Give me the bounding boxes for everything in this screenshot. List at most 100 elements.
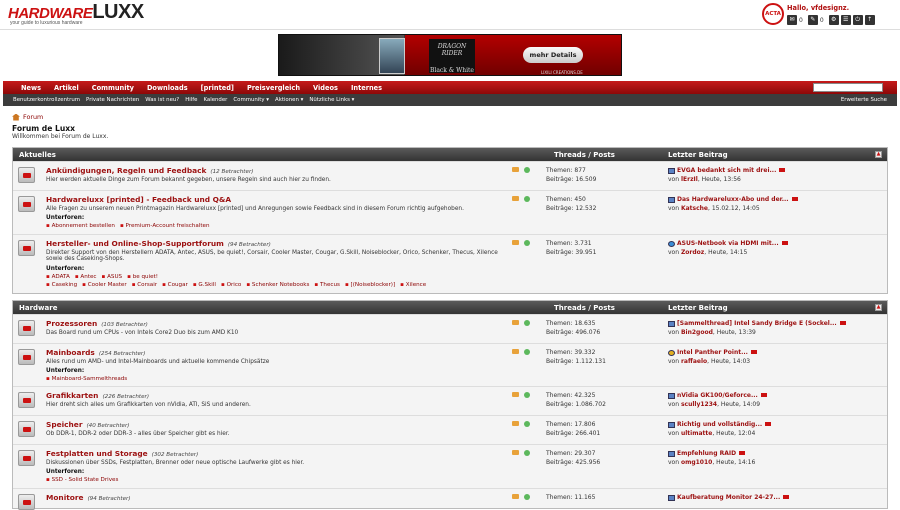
subnav-community-menu[interactable]: Community ▾ xyxy=(233,97,269,103)
subforum-link[interactable]: Cooler Master xyxy=(82,282,127,288)
subnav-whats-new[interactable]: Was ist neu? xyxy=(145,97,179,103)
logout-icon[interactable]: ⏻ xyxy=(852,15,863,25)
forum-title[interactable]: Grafikkarten (226 Betrachter) xyxy=(46,391,149,400)
subforum-link[interactable]: Corsair xyxy=(132,282,157,288)
settings-icon[interactable]: ☰ xyxy=(840,15,851,25)
subforum-link[interactable]: G.Skill xyxy=(193,282,216,288)
nav-downloads[interactable]: Downloads xyxy=(147,84,188,92)
nav-news[interactable]: News xyxy=(21,84,41,92)
forum-title-text[interactable]: Hersteller- und Online-Shop-Supportforum xyxy=(46,239,224,248)
subforum-link[interactable]: Schenker Notebooks xyxy=(246,282,309,288)
forum-title-text[interactable]: Festplatten und Storage xyxy=(46,449,148,458)
last-post-title[interactable]: Das Hardwareluxx-Abo und der... xyxy=(677,196,798,203)
last-post-date: , Heute, 14:09 xyxy=(717,401,761,408)
rss-icon[interactable] xyxy=(512,494,519,499)
last-post-title[interactable]: Richtig und vollständig... xyxy=(677,421,771,428)
rss-icon[interactable] xyxy=(512,392,519,397)
rss-icon[interactable] xyxy=(512,421,519,426)
last-post-user[interactable]: Bin2good xyxy=(681,329,713,336)
subforum-link[interactable]: [(Noiseblocker)] xyxy=(345,282,395,288)
forum-title[interactable]: Festplatten und Storage (302 Betrachter) xyxy=(46,449,198,458)
collapse-icon[interactable]: ▲ xyxy=(875,304,882,311)
subnav-actions-menu[interactable]: Aktionen ▾ xyxy=(275,97,303,103)
collapse-icon[interactable]: ▲ xyxy=(875,151,882,158)
subforum-link[interactable]: Caseking xyxy=(46,282,77,288)
subforum-link[interactable]: Cougar xyxy=(162,282,188,288)
private-messages-icon[interactable]: ✉ xyxy=(787,15,797,25)
forum-title-text[interactable]: Prozessoren xyxy=(46,319,97,328)
last-post-title[interactable]: Empfehlung RAID xyxy=(677,450,745,457)
subforum-link[interactable]: ADATA xyxy=(46,274,70,280)
forum-title-text[interactable]: Ankündigungen, Regeln und Feedback xyxy=(46,166,206,175)
forum-viewers: (103 Betrachter) xyxy=(101,322,148,328)
subforum-link[interactable]: Orico xyxy=(221,282,241,288)
search-input[interactable] xyxy=(813,83,883,92)
last-post-title[interactable]: EVGA bedankt sich mit drei... xyxy=(677,167,785,174)
forum-title-text[interactable]: Mainboards xyxy=(46,348,95,357)
nav-artikel[interactable]: Artikel xyxy=(54,84,79,92)
subforum-link[interactable]: Antec xyxy=(75,274,97,280)
subforum-link[interactable]: Abonnement bestellen xyxy=(46,223,115,229)
rss-icon[interactable] xyxy=(512,320,519,325)
scroll-top-icon[interactable]: ↑ xyxy=(864,15,875,25)
advanced-search-link[interactable]: Erweiterte Suche xyxy=(841,97,887,103)
forum-title-text[interactable]: Monitore xyxy=(46,493,84,502)
nav-community[interactable]: Community xyxy=(92,84,134,92)
forum-title[interactable]: Prozessoren (103 Betrachter) xyxy=(46,319,148,328)
last-post-user[interactable]: Zordoz xyxy=(681,249,704,256)
rss-icon[interactable] xyxy=(512,450,519,455)
forum-title[interactable]: Monitore (94 Betrachter) xyxy=(46,493,131,502)
rss-icon[interactable] xyxy=(512,349,519,354)
banner-details-button[interactable]: mehr Details xyxy=(523,47,583,63)
nav-videos[interactable]: Videos xyxy=(313,84,338,92)
subforum-link[interactable]: ASUS xyxy=(102,274,123,280)
rss-icon[interactable] xyxy=(512,196,519,201)
subforum-link[interactable]: Thecus xyxy=(314,282,340,288)
forum-viewers: (12 Betrachter) xyxy=(210,169,254,175)
last-post-user[interactable]: lErzIl xyxy=(681,176,698,183)
forum-title[interactable]: Mainboards (254 Betrachter) xyxy=(46,348,145,357)
breadcrumb-forum[interactable]: Forum xyxy=(23,113,43,121)
nav-internes[interactable]: Internes xyxy=(351,84,382,92)
subforum-link[interactable]: be quiet! xyxy=(127,274,158,280)
forum-title-text[interactable]: Hardwareluxx [printed] - Feedback und Q&… xyxy=(46,195,231,204)
forum-title[interactable]: Hersteller- und Online-Shop-Supportforum… xyxy=(46,239,271,248)
last-post-user[interactable]: omg1010 xyxy=(681,459,712,466)
post-count: Beiträge: 12.532 xyxy=(546,205,597,212)
forum-title-text[interactable]: Grafikkarten xyxy=(46,391,98,400)
subforum-link[interactable]: SSD - Solid State Drives xyxy=(46,477,118,483)
subforum-list: Mainboard-Sammelthreads xyxy=(46,375,486,383)
subforum-link[interactable]: Mainboard-Sammelthreads xyxy=(46,376,127,382)
subnav-calendar[interactable]: Kalender xyxy=(203,97,227,103)
subnav-usercp[interactable]: Benutzerkontrollzentrum xyxy=(13,97,80,103)
subnav-help[interactable]: Hilfe xyxy=(185,97,197,103)
subforum-link[interactable]: Xilence xyxy=(400,282,426,288)
user-cp-icon[interactable]: ⚙ xyxy=(828,15,839,25)
subnav-useful-links-menu[interactable]: Nützliche Links ▾ xyxy=(309,97,354,103)
last-post-title[interactable]: nVidia GK100/Geforce... xyxy=(677,392,767,399)
last-post-user[interactable]: scully1234 xyxy=(681,401,717,408)
last-post-user[interactable]: raffaelo xyxy=(681,358,707,365)
last-post-title[interactable]: ASUS-Netbook via HDMI mit... xyxy=(677,240,788,247)
advertisement-banner[interactable]: DRAGON RIDER Black & White mehr Details L… xyxy=(278,34,622,76)
nav-printed[interactable]: [printed] xyxy=(201,84,234,92)
hardwareluxx-logo[interactable]: HARDWARELUXX your guide to luxurious har… xyxy=(8,1,144,26)
last-post-user[interactable]: ultimatte xyxy=(681,430,712,437)
notifications-icon[interactable]: ✎ xyxy=(807,15,818,25)
rss-icon[interactable] xyxy=(512,240,519,245)
last-post-title[interactable]: [Sammelthread] Intel Sandy Bridge E (Soc… xyxy=(677,320,846,327)
last-post-user[interactable]: Katsche xyxy=(681,205,708,212)
rss-icon[interactable] xyxy=(512,167,519,172)
forum-title-text[interactable]: Speicher xyxy=(46,420,82,429)
subnav-private-messages[interactable]: Private Nachrichten xyxy=(86,97,139,103)
forum-title[interactable]: Ankündigungen, Regeln und Feedback (12 Be… xyxy=(46,166,253,175)
forum-title[interactable]: Hardwareluxx [printed] - Feedback und Q&… xyxy=(46,195,235,204)
subforum-link[interactable]: Premium-Account freischalten xyxy=(120,223,210,229)
home-icon[interactable] xyxy=(12,113,20,121)
forum-title[interactable]: Speicher (40 Betrachter) xyxy=(46,420,129,429)
last-post-title[interactable]: Kaufberatung Monitor 24-27... xyxy=(677,494,789,501)
nav-preisvergleich[interactable]: Preisvergleich xyxy=(247,84,300,92)
user-greeting[interactable]: Hallo, vfdesignz. xyxy=(787,4,849,12)
post-icon xyxy=(668,349,675,356)
last-post-title[interactable]: Intel Panther Point... xyxy=(677,349,757,356)
